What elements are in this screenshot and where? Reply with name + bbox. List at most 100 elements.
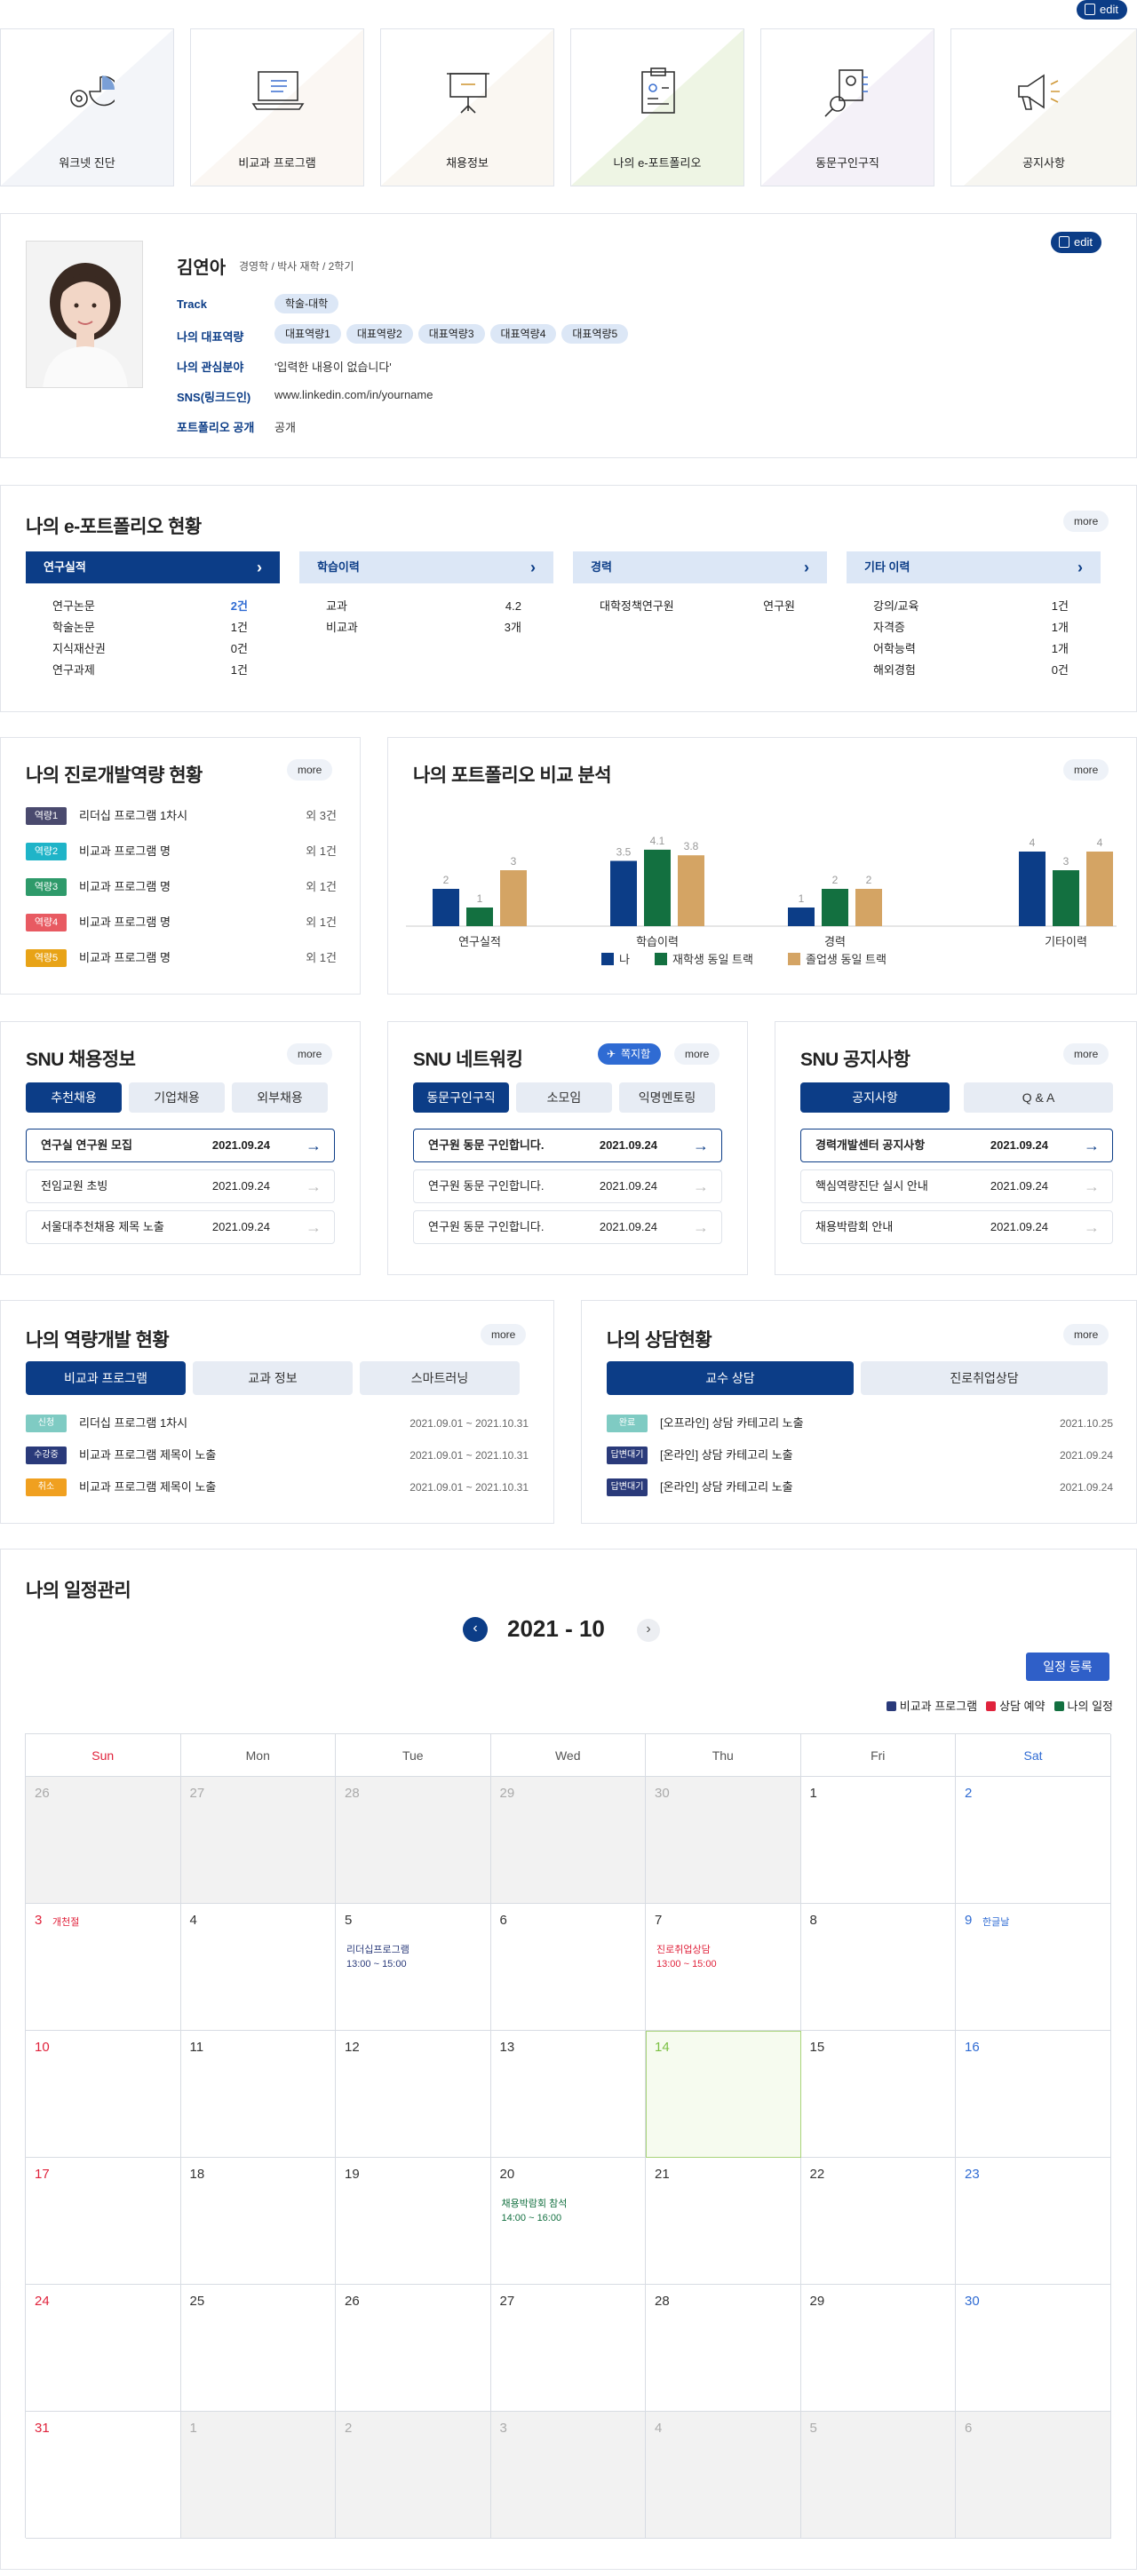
calendar-event[interactable]: 진로취업상담 13:00 ~ 15:00 xyxy=(656,1943,717,1971)
sns-value[interactable]: www.linkedin.com/in/yourname xyxy=(274,388,433,401)
tile-6[interactable]: 공지사항 xyxy=(950,28,1137,186)
network-more-button[interactable]: more xyxy=(674,1043,720,1065)
status-item[interactable]: 리더십 프로그램 1차시 xyxy=(79,1415,187,1432)
register-schedule-button[interactable]: 일정 등록 xyxy=(1026,1653,1109,1681)
calendar-day[interactable]: 6 xyxy=(956,2412,1111,2539)
counsel-more-button[interactable]: more xyxy=(1063,1324,1109,1345)
list-item[interactable]: 연구원 동문 구인합니다. 2021.09.24 → xyxy=(413,1129,722,1162)
eport-tab-2[interactable]: 학습이력 › xyxy=(299,551,553,583)
calendar-day[interactable]: 29 xyxy=(490,1777,646,1904)
calendar-day[interactable]: 11 xyxy=(180,2031,336,2158)
calendar-day[interactable]: 4 xyxy=(180,1904,336,2031)
calendar-day[interactable]: 31 xyxy=(26,2412,181,2539)
list-item[interactable]: 전임교원 초빙 2021.09.24 → xyxy=(26,1169,335,1203)
status-item[interactable]: [온라인] 상담 카테고리 노출 xyxy=(660,1478,793,1496)
calendar-day[interactable]: 8 xyxy=(800,1904,956,2031)
calendar-day[interactable]: 1 xyxy=(800,1777,956,1904)
calendar-day[interactable]: 7 진로취업상담 13:00 ~ 15:00 xyxy=(646,1904,801,2031)
calendar-day[interactable]: 1 xyxy=(180,2412,336,2539)
tab-network-1[interactable]: 동문구인구직 xyxy=(413,1082,509,1113)
calendar-day[interactable]: 24 xyxy=(26,2285,181,2412)
calendar-day[interactable]: 27 xyxy=(180,1777,336,1904)
eport-tab-3[interactable]: 경력 › xyxy=(573,551,827,583)
list-item[interactable]: 경력개발센터 공지사항 2021.09.24 → xyxy=(800,1129,1113,1162)
calendar-day[interactable]: 29 xyxy=(800,2285,956,2412)
prev-month-button[interactable]: ‹ xyxy=(463,1617,488,1642)
calendar-day[interactable]: 30 xyxy=(646,1777,801,1904)
tile-2[interactable]: 비교과 프로그램 xyxy=(190,28,364,186)
calendar-event[interactable]: 채용박람회 참석 14:00 ~ 16:00 xyxy=(502,2197,568,2225)
calendar-day[interactable]: 13 xyxy=(490,2031,646,2158)
eportfolio-more-button[interactable]: more xyxy=(1063,511,1109,532)
next-month-button[interactable]: › xyxy=(637,1619,660,1642)
career-item[interactable]: 비교과 프로그램 명 xyxy=(79,949,171,967)
list-item[interactable]: 채용박람회 안내 2021.09.24 → xyxy=(800,1210,1113,1244)
calendar-day[interactable]: 19 xyxy=(336,2158,491,2285)
tile-1[interactable]: 워크넷 진단 xyxy=(0,28,174,186)
tab-jobs-2[interactable]: 기업채용 xyxy=(129,1082,225,1113)
calendar-day[interactable]: 18 xyxy=(180,2158,336,2285)
career-item[interactable]: 비교과 프로그램 명 xyxy=(79,878,171,896)
compare-more-button[interactable]: more xyxy=(1063,759,1109,781)
calendar-day[interactable]: 16 xyxy=(956,2031,1111,2158)
top-edit-button[interactable]: edit xyxy=(1077,0,1127,20)
jobs-more-button[interactable]: more xyxy=(287,1043,333,1065)
status-item[interactable]: [온라인] 상담 카테고리 노출 xyxy=(660,1447,793,1464)
calendar-day[interactable]: 26 xyxy=(336,2285,491,2412)
tab-counsel-2[interactable]: 진로취업상담 xyxy=(861,1361,1108,1395)
calendar-day[interactable]: 17 xyxy=(26,2158,181,2285)
tab-network-2[interactable]: 소모임 xyxy=(516,1082,612,1113)
calendar-day[interactable]: 3 개천절 xyxy=(26,1904,181,2031)
tile-4[interactable]: 나의 e-포트폴리오 xyxy=(570,28,744,186)
tab-jobs-3[interactable]: 외부채용 xyxy=(232,1082,328,1113)
tile-5[interactable]: 동문구인구직 xyxy=(760,28,934,186)
dev-more-button[interactable]: more xyxy=(481,1324,527,1345)
status-item[interactable]: 비교과 프로그램 제목이 노출 xyxy=(79,1447,216,1464)
eport-tab-4[interactable]: 기타 이력 › xyxy=(847,551,1101,583)
calendar-day[interactable]: 21 xyxy=(646,2158,801,2285)
profile-edit-button[interactable]: edit xyxy=(1051,232,1101,253)
calendar-day[interactable]: 15 xyxy=(800,2031,956,2158)
tab-network-3[interactable]: 익명멘토링 xyxy=(619,1082,715,1113)
list-item[interactable]: 핵심역량진단 실시 안내 2021.09.24 → xyxy=(800,1169,1113,1203)
list-item[interactable]: 서울대추천채용 제목 노출 2021.09.24 → xyxy=(26,1210,335,1244)
tab-jobs-1[interactable]: 추천채용 xyxy=(26,1082,122,1113)
tab-notice-1[interactable]: 공지사항 xyxy=(800,1082,950,1113)
calendar-day[interactable]: 27 xyxy=(490,2285,646,2412)
calendar-day[interactable]: 3 xyxy=(490,2412,646,2539)
calendar-day[interactable]: 5 리더십프로그램 13:00 ~ 15:00 xyxy=(336,1904,491,2031)
calendar-day[interactable]: 28 xyxy=(336,1777,491,1904)
calendar-day[interactable]: 14 xyxy=(646,2031,801,2158)
calendar-day[interactable]: 2 xyxy=(956,1777,1111,1904)
calendar-day[interactable]: 28 xyxy=(646,2285,801,2412)
tile-3[interactable]: 채용정보 xyxy=(380,28,554,186)
tab-counsel-1[interactable]: 교수 상담 xyxy=(607,1361,854,1395)
career-more-button[interactable]: more xyxy=(287,759,333,781)
calendar-day[interactable]: 9 한글날 xyxy=(956,1904,1111,2031)
career-item[interactable]: 비교과 프로그램 명 xyxy=(79,843,171,860)
calendar-day[interactable]: 23 xyxy=(956,2158,1111,2285)
calendar-day[interactable]: 30 xyxy=(956,2285,1111,2412)
calendar-day[interactable]: 5 xyxy=(800,2412,956,2539)
calendar-day[interactable]: 2 xyxy=(336,2412,491,2539)
calendar-event[interactable]: 리더십프로그램 13:00 ~ 15:00 xyxy=(346,1943,409,1971)
message-box-button[interactable]: ✈ 쪽지함 xyxy=(598,1043,662,1065)
list-item[interactable]: 연구원 동문 구인합니다. 2021.09.24 → xyxy=(413,1169,722,1203)
calendar-day[interactable]: 22 xyxy=(800,2158,956,2285)
notice-more-button[interactable]: more xyxy=(1063,1043,1109,1065)
career-item[interactable]: 리더십 프로그램 1차시 xyxy=(79,807,187,825)
list-item[interactable]: 연구원 동문 구인합니다. 2021.09.24 → xyxy=(413,1210,722,1244)
career-item[interactable]: 비교과 프로그램 명 xyxy=(79,914,171,931)
calendar-day[interactable]: 4 xyxy=(646,2412,801,2539)
calendar-day[interactable]: 26 xyxy=(26,1777,181,1904)
status-item[interactable]: [오프라인] 상담 카테고리 노출 xyxy=(660,1415,804,1432)
calendar-day[interactable]: 20 채용박람회 참석 14:00 ~ 16:00 xyxy=(490,2158,646,2285)
tab-dev-1[interactable]: 비교과 프로그램 xyxy=(26,1361,186,1395)
eport-tab-1[interactable]: 연구실적 › xyxy=(26,551,280,583)
status-item[interactable]: 비교과 프로그램 제목이 노출 xyxy=(79,1478,216,1496)
calendar-day[interactable]: 10 xyxy=(26,2031,181,2158)
tab-dev-3[interactable]: 스마트러닝 xyxy=(360,1361,520,1395)
tab-notice-2[interactable]: Q & A xyxy=(964,1082,1113,1113)
list-item[interactable]: 연구실 연구원 모집 2021.09.24 → xyxy=(26,1129,335,1162)
calendar-day[interactable]: 6 xyxy=(490,1904,646,2031)
